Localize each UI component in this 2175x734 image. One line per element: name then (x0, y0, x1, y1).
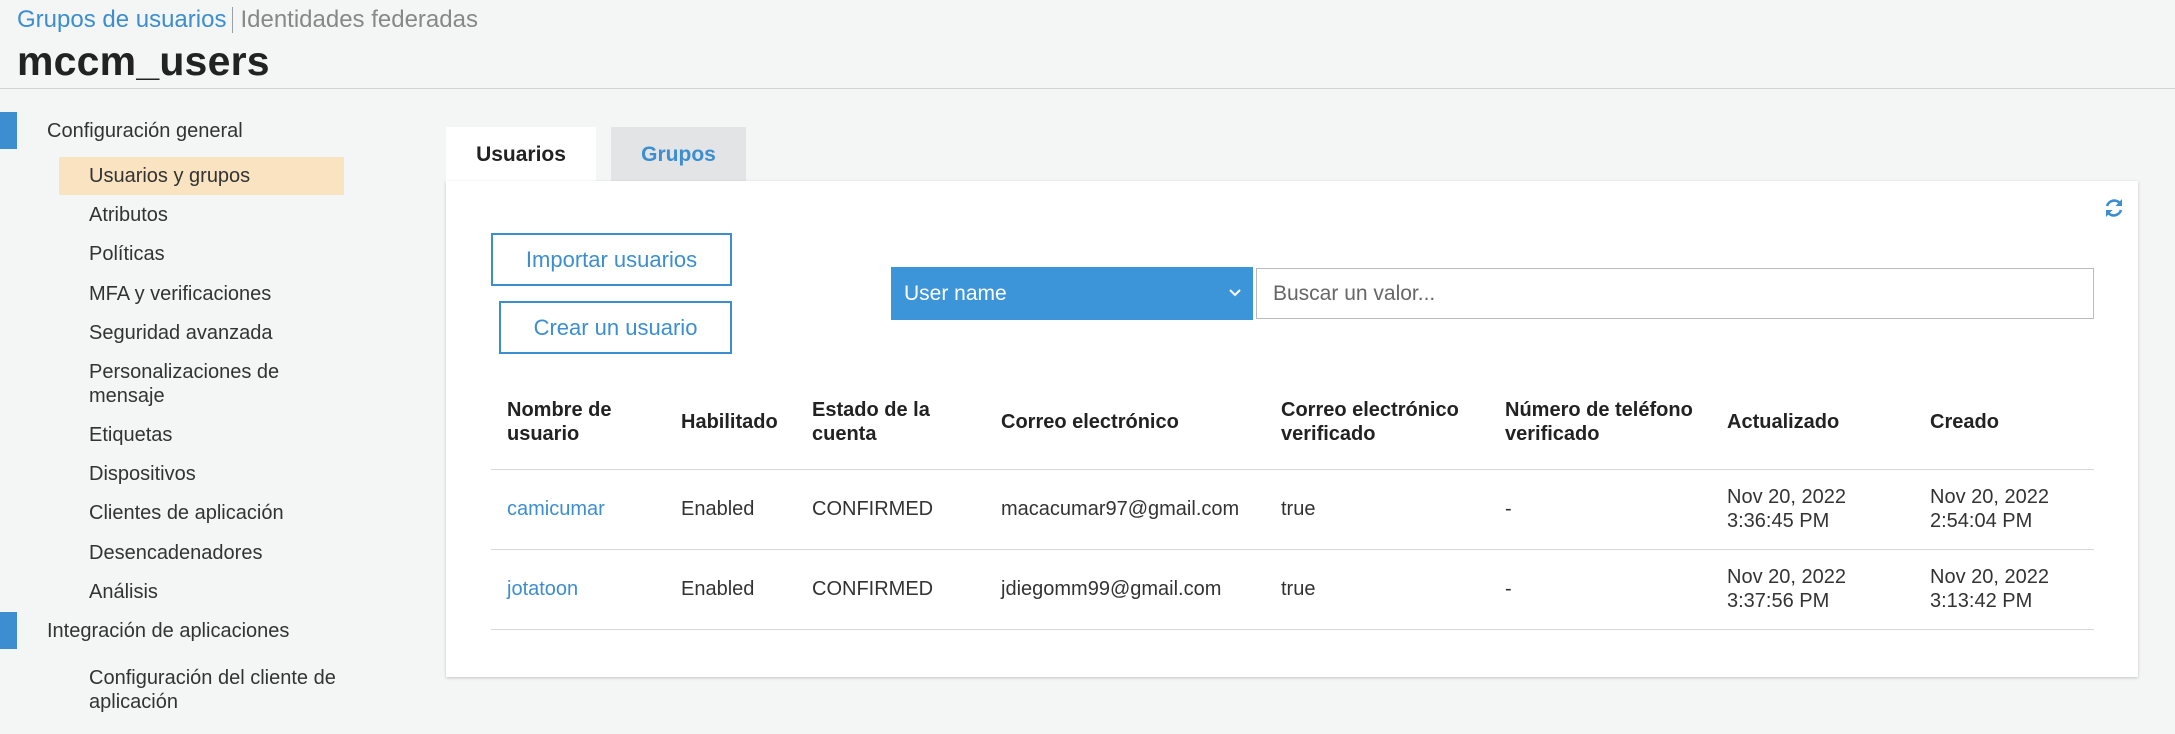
table-row: camicumar Enabled CONFIRMED macacumar97@… (491, 470, 2094, 550)
col-header-username[interactable]: Nombre de usuario (507, 398, 627, 446)
sidebar-item-devices[interactable]: Dispositivos (59, 462, 344, 486)
select-value: User name (904, 281, 1007, 305)
section-marker (0, 112, 17, 149)
username-link[interactable]: jotatoon (507, 577, 578, 601)
sidebar-item-users-groups[interactable]: Usuarios y grupos (59, 157, 344, 195)
tab-groups[interactable]: Grupos (611, 127, 746, 182)
table-header-row: Nombre de usuario Habilitado Estado de l… (491, 381, 2094, 470)
page-title: mccm_users (17, 38, 270, 84)
phone-verified-cell: - (1505, 578, 1512, 600)
sidebar-item-attributes[interactable]: Atributos (59, 203, 344, 227)
phone-verified-cell: - (1505, 498, 1512, 520)
search-attribute-select[interactable]: User name (891, 267, 1253, 320)
sidebar-item-triggers[interactable]: Desencadenadores (59, 541, 344, 565)
sidebar-item-app-client-settings[interactable]: Configuración del cliente de aplicación (59, 666, 344, 714)
created-cell: Nov 20, 2022 2:54:04 PM (1930, 486, 2049, 532)
breadcrumb: Grupos de usuarios Identidades federadas (17, 6, 478, 34)
sidebar-item-analytics[interactable]: Análisis (59, 580, 344, 604)
sidebar-item-tags[interactable]: Etiquetas (59, 423, 344, 447)
refresh-icon[interactable] (2102, 196, 2126, 220)
sidebar-item-advanced-security[interactable]: Seguridad avanzada (59, 321, 344, 345)
created-cell: Nov 20, 2022 3:13:42 PM (1930, 566, 2049, 612)
email-cell: macacumar97@gmail.com (1001, 498, 1240, 520)
table-row: jotatoon Enabled CONFIRMED jdiegomm99@gm… (491, 550, 2094, 630)
col-header-status[interactable]: Estado de la cuenta (812, 398, 952, 446)
email-verified-cell: true (1281, 498, 1316, 520)
col-header-phone-verified[interactable]: Número de teléfono verificado (1505, 398, 1705, 446)
col-header-created[interactable]: Creado (1930, 410, 1999, 434)
status-cell: CONFIRMED (812, 578, 934, 600)
updated-cell: Nov 20, 2022 3:36:45 PM (1727, 486, 1846, 532)
col-header-email-verified[interactable]: Correo electrónico verificado (1281, 398, 1481, 446)
breadcrumb-separator (232, 7, 234, 33)
breadcrumb-user-pools-link[interactable]: Grupos de usuarios (17, 6, 226, 34)
sidebar-item-app-clients[interactable]: Clientes de aplicación (59, 501, 344, 525)
status-cell: CONFIRMED (812, 498, 934, 520)
sidebar-section-general[interactable]: Configuración general (0, 112, 360, 149)
enabled-cell: Enabled (681, 498, 755, 520)
col-header-email[interactable]: Correo electrónico (1001, 410, 1179, 434)
email-verified-cell: true (1281, 578, 1316, 600)
sidebar-section-label: Configuración general (47, 120, 243, 142)
sidebar-item-policies[interactable]: Políticas (59, 242, 344, 266)
username-link[interactable]: camicumar (507, 497, 605, 521)
breadcrumb-federated-identities[interactable]: Identidades federadas (240, 6, 478, 34)
email-cell: jdiegomm99@gmail.com (1001, 578, 1222, 600)
section-marker (0, 612, 17, 649)
sidebar-section-app-integration[interactable]: Integración de aplicaciones (0, 612, 360, 649)
sidebar: Configuración general Usuarios y grupos … (0, 89, 360, 734)
enabled-cell: Enabled (681, 578, 755, 600)
col-header-enabled[interactable]: Habilitado (681, 410, 778, 434)
users-panel: Importar usuarios Crear un usuario User … (446, 181, 2138, 677)
import-users-button[interactable]: Importar usuarios (491, 233, 732, 286)
chevron-down-icon (1229, 289, 1241, 297)
tab-users[interactable]: Usuarios (446, 127, 596, 182)
users-table: Nombre de usuario Habilitado Estado de l… (491, 381, 2094, 630)
sidebar-item-mfa[interactable]: MFA y verificaciones (59, 282, 344, 306)
create-user-button[interactable]: Crear un usuario (499, 301, 732, 354)
col-header-updated[interactable]: Actualizado (1727, 410, 1839, 434)
sidebar-item-message-customizations[interactable]: Personalizaciones de mensaje (59, 360, 344, 408)
sidebar-section-label: Integración de aplicaciones (47, 620, 290, 642)
search-input[interactable] (1256, 268, 2094, 319)
page-header: Grupos de usuarios Identidades federadas… (0, 0, 2175, 89)
updated-cell: Nov 20, 2022 3:37:56 PM (1727, 566, 1846, 612)
